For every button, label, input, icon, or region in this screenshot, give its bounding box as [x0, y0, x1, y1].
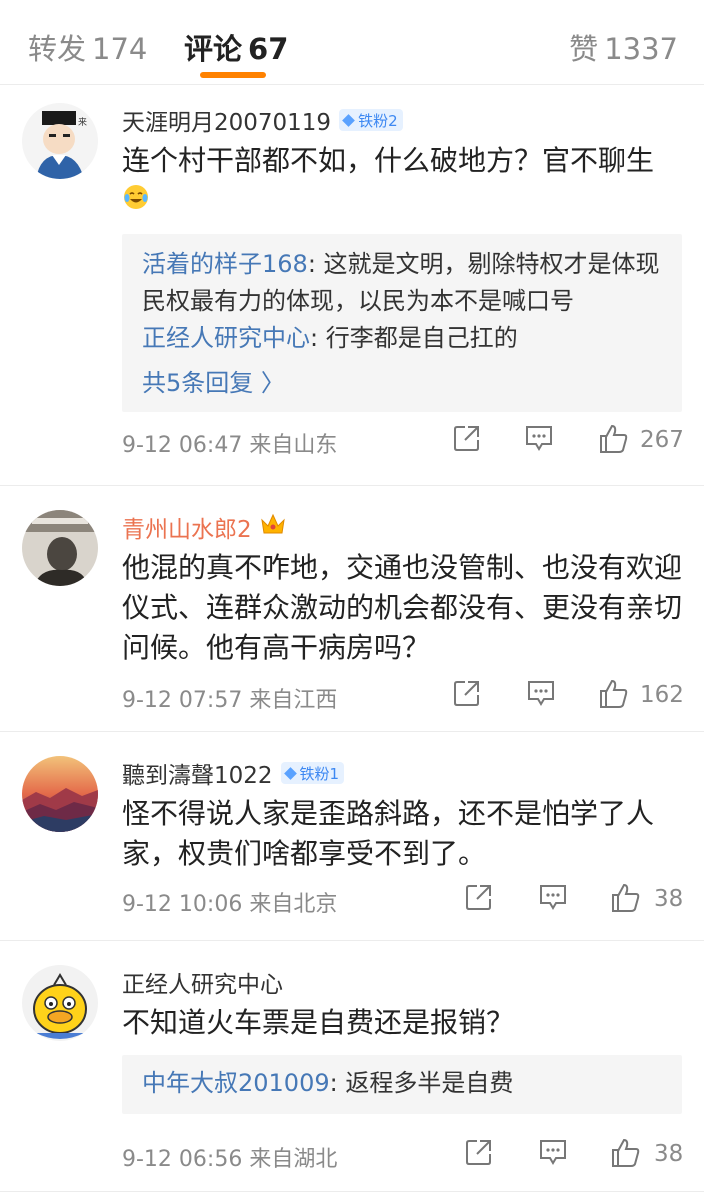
comment-body: 正经人研究中心 不知道火车票是自费还是报销？ 中年大叔201009: 返程多半是…: [122, 965, 682, 1114]
comment-item: 正经人研究中心 不知道火车票是自费还是报销？ 中年大叔201009: 返程多半是…: [0, 941, 704, 1192]
reply-box: 中年大叔201009: 返程多半是自费: [122, 1055, 682, 1114]
like-count: 38: [654, 1141, 684, 1167]
reply-item: 中年大叔201009: 返程多半是自费: [142, 1065, 662, 1102]
username[interactable]: 天涯明月20070119: [122, 103, 331, 137]
fan-badge-label: 铁粉2: [358, 111, 398, 130]
diamond-icon: [283, 766, 297, 780]
tab-likes[interactable]: 赞 1337: [569, 26, 678, 68]
comment-icon[interactable]: [524, 423, 554, 459]
fan-badge: 铁粉2: [339, 109, 403, 131]
reply-item: 活着的样子168: 这就是文明，剔除特权才是体现民权最有力的体现，以民为本不是喊…: [142, 246, 662, 320]
share-icon[interactable]: [464, 882, 494, 918]
comment-text: 不知道火车票是自费还是报销？: [122, 1006, 515, 1039]
comment-item: 青州山水郎2 他混的真不咋地，交通也没管制、也没有欢迎仪式、连群众激动的机会都没…: [0, 486, 704, 732]
comment-item: 聽到濤聲1022 铁粉1 怪不得说人家是歪路斜路，还不是怕学了人家，权贵们啥都享…: [0, 732, 704, 941]
username[interactable]: 聽到濤聲1022: [122, 756, 273, 790]
tab-likes-count: 1337: [604, 32, 678, 66]
share-icon[interactable]: [452, 678, 482, 714]
like-icon[interactable]: [598, 423, 630, 461]
comment-meta: 9-12 06:56 来自湖北 38: [122, 1137, 684, 1175]
like-count: 162: [640, 682, 684, 708]
like-count: 267: [640, 427, 684, 453]
timestamp-location: 9-12 10:06 来自北京: [122, 892, 338, 917]
reply-username[interactable]: 中年大叔201009: [142, 1069, 330, 1097]
tab-reposts-label: 转发: [28, 32, 87, 66]
tab-reposts-count: 174: [92, 32, 148, 66]
fan-badge-label: 铁粉1: [299, 764, 340, 783]
share-icon[interactable]: [464, 1137, 494, 1173]
like-count: 38: [654, 886, 684, 912]
comment-item: 来 天涯明月20070119 铁粉2 连个村干部都不如，什么破地方？官不聊生 活…: [0, 85, 704, 486]
reply-text: : 行李都是自己扛的: [310, 324, 518, 352]
reply-text: : 返程多半是自费: [329, 1069, 514, 1097]
comment-text: 连个村干部都不如，什么破地方？官不聊生: [122, 141, 682, 222]
active-tab-indicator: [200, 72, 266, 78]
tab-comments[interactable]: 评论 67: [184, 26, 288, 68]
crown-icon: [260, 512, 286, 542]
fan-badge: 铁粉1: [280, 762, 345, 784]
comment-text-content: 连个村干部都不如，什么破地方？官不聊生: [122, 144, 655, 177]
timestamp-location: 9-12 07:57 来自江西: [122, 688, 338, 713]
comment-body: 聽到濤聲1022 铁粉1 怪不得说人家是歪路斜路，还不是怕学了人家，权贵们啥都享…: [122, 756, 682, 874]
comment-meta: 9-12 06:47 来自山东 267: [122, 423, 684, 461]
tab-comments-count: 67: [248, 32, 289, 66]
comment-body: 青州山水郎2 他混的真不咋地，交通也没管制、也没有欢迎仪式、连群众激动的机会都没…: [122, 510, 682, 668]
svg-text:来: 来: [78, 117, 87, 128]
share-icon[interactable]: [452, 423, 482, 459]
like-icon[interactable]: [598, 678, 630, 716]
username-line: 聽到濤聲1022 铁粉1: [122, 756, 682, 790]
timestamp-location: 9-12 06:47 来自山东: [122, 433, 338, 458]
comment-icon[interactable]: [526, 678, 556, 714]
diamond-icon: [342, 113, 355, 127]
reply-username[interactable]: 正经人研究中心: [142, 324, 310, 352]
timestamp-location: 9-12 06:56 来自湖北: [122, 1147, 338, 1172]
reply-box: 活着的样子168: 这就是文明，剔除特权才是体现民权最有力的体现，以民为本不是喊…: [122, 234, 682, 412]
tab-comments-label: 评论: [184, 32, 243, 66]
username[interactable]: 正经人研究中心: [122, 965, 283, 999]
comment-body: 天涯明月20070119 铁粉2 连个村干部都不如，什么破地方？官不聊生 活着的…: [122, 103, 682, 412]
like-icon[interactable]: [610, 882, 642, 920]
avatar[interactable]: 来: [22, 103, 98, 179]
reply-username[interactable]: 活着的样子168: [142, 250, 308, 278]
avatar[interactable]: [22, 756, 98, 832]
more-replies-link[interactable]: 共5条回复 〉: [142, 363, 662, 398]
avatar[interactable]: [22, 965, 98, 1041]
reply-item: 正经人研究中心: 行李都是自己扛的: [142, 320, 662, 357]
comment-tabs: 转发 174 评论 67 赞 1337: [0, 0, 704, 85]
comment-icon[interactable]: [538, 882, 568, 918]
avatar[interactable]: [22, 510, 98, 586]
username-line: 正经人研究中心: [122, 965, 682, 999]
username[interactable]: 青州山水郎2: [122, 510, 252, 544]
tab-reposts[interactable]: 转发 174: [28, 26, 147, 68]
comment-text: 他混的真不咋地，交通也没管制、也没有欢迎仪式、连群众激动的机会都没有、更没有亲切…: [122, 551, 683, 664]
comment-text: 怪不得说人家是歪路斜路，还不是怕学了人家，权贵们啥都享受不到了。: [122, 797, 655, 870]
comment-meta: 9-12 10:06 来自北京 38: [122, 882, 684, 920]
tab-likes-label: 赞: [569, 32, 599, 66]
like-icon[interactable]: [610, 1137, 642, 1175]
username-line: 青州山水郎2: [122, 510, 682, 544]
comment-icon[interactable]: [538, 1137, 568, 1173]
laughing-crying-emoji-icon: [122, 182, 150, 222]
username-line: 天涯明月20070119 铁粉2: [122, 103, 682, 137]
comment-meta: 9-12 07:57 来自江西 162: [122, 678, 684, 716]
